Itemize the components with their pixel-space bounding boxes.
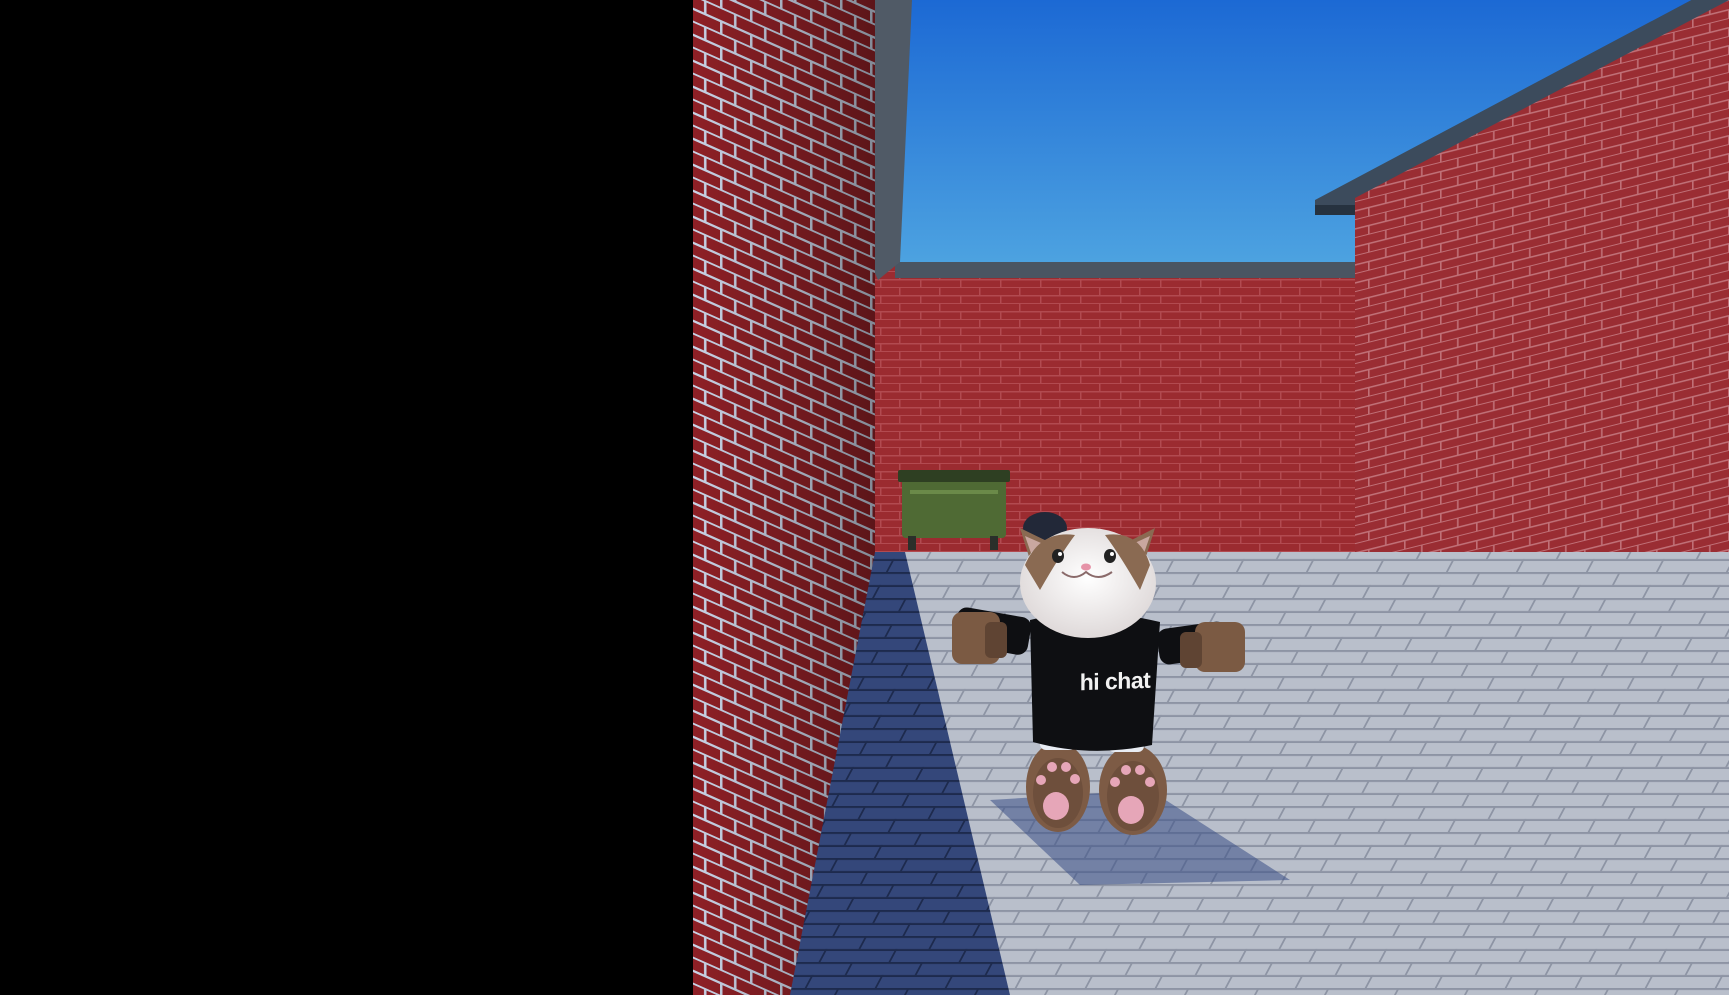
right-roof-lip [1315, 205, 1355, 215]
shirt-text: hi chat [1079, 666, 1151, 696]
dumpster [898, 470, 1010, 550]
cat-head [1020, 528, 1156, 638]
black-overlay-panel [0, 0, 693, 995]
back-wall-cap [895, 262, 1360, 278]
game-viewport[interactable]: hi chat [0, 0, 1729, 995]
